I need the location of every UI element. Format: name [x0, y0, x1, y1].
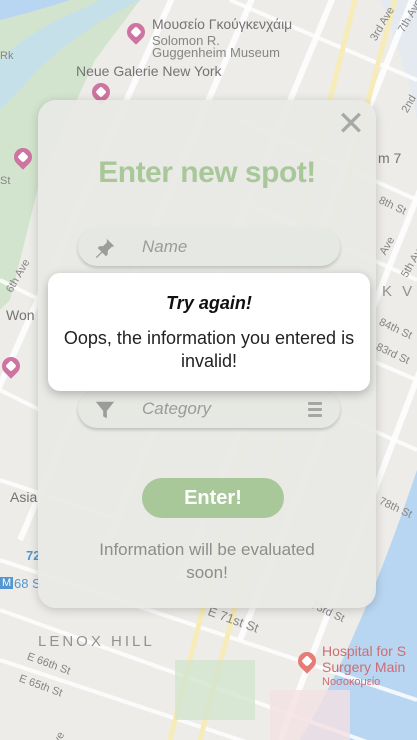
close-icon: ✕	[336, 104, 366, 144]
dialog-title: Enter new spot!	[98, 156, 316, 189]
category-placeholder: Category	[142, 399, 211, 418]
filter-icon	[95, 401, 115, 419]
error-alert: Try again! Oops, the information you ent…	[48, 273, 370, 391]
category-select[interactable]: Category	[78, 390, 340, 428]
alert-title: Try again!	[166, 293, 252, 313]
alert-message: Oops, the information you entered is inv…	[63, 328, 355, 371]
close-button[interactable]: ✕	[336, 107, 366, 141]
menu-icon[interactable]	[308, 402, 322, 417]
name-input[interactable]: Name	[78, 228, 340, 266]
name-placeholder: Name	[142, 237, 188, 256]
pushpin-icon	[95, 238, 115, 259]
enter-button[interactable]: Enter!	[142, 478, 284, 518]
evaluation-note: Information will be evaluated soon!	[99, 540, 315, 582]
